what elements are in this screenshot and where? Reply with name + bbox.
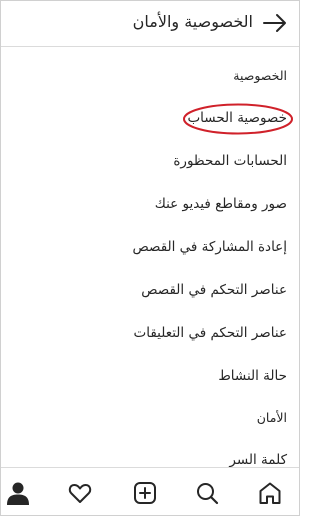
bottom-nav	[1, 467, 299, 515]
profile-icon[interactable]	[5, 480, 31, 506]
page-title: الخصوصية والأمان	[132, 12, 253, 31]
back-arrow-icon[interactable]	[261, 11, 289, 35]
header-bar: الخصوصية والأمان	[1, 1, 299, 47]
list-item-comment-controls[interactable]: عناصر التحكم في التعليقات	[134, 325, 287, 341]
search-icon[interactable]	[194, 480, 220, 506]
add-post-icon[interactable]	[132, 480, 158, 506]
section-header-security: الأمان	[256, 410, 287, 425]
list-item-activity-status[interactable]: حالة النشاط	[218, 368, 287, 384]
list-item-password[interactable]: كلمة السر	[229, 452, 287, 468]
list-item-photos-videos-of-you[interactable]: صور ومقاطع فيديو عنك	[155, 196, 287, 212]
list-item-story-resharing[interactable]: إعادة المشاركة في القصص	[132, 239, 287, 255]
list-item-account-privacy[interactable]: خصوصية الحساب	[187, 110, 287, 126]
app-screen: الخصوصية والأمان الخصوصية خصوصية الحساب …	[0, 0, 300, 516]
heart-icon[interactable]	[67, 480, 93, 506]
list-item-story-controls[interactable]: عناصر التحكم في القصص	[141, 282, 287, 298]
section-header-privacy: الخصوصية	[233, 68, 287, 83]
home-icon[interactable]	[257, 480, 283, 506]
list-item-blocked-accounts[interactable]: الحسابات المحظورة	[173, 153, 287, 169]
